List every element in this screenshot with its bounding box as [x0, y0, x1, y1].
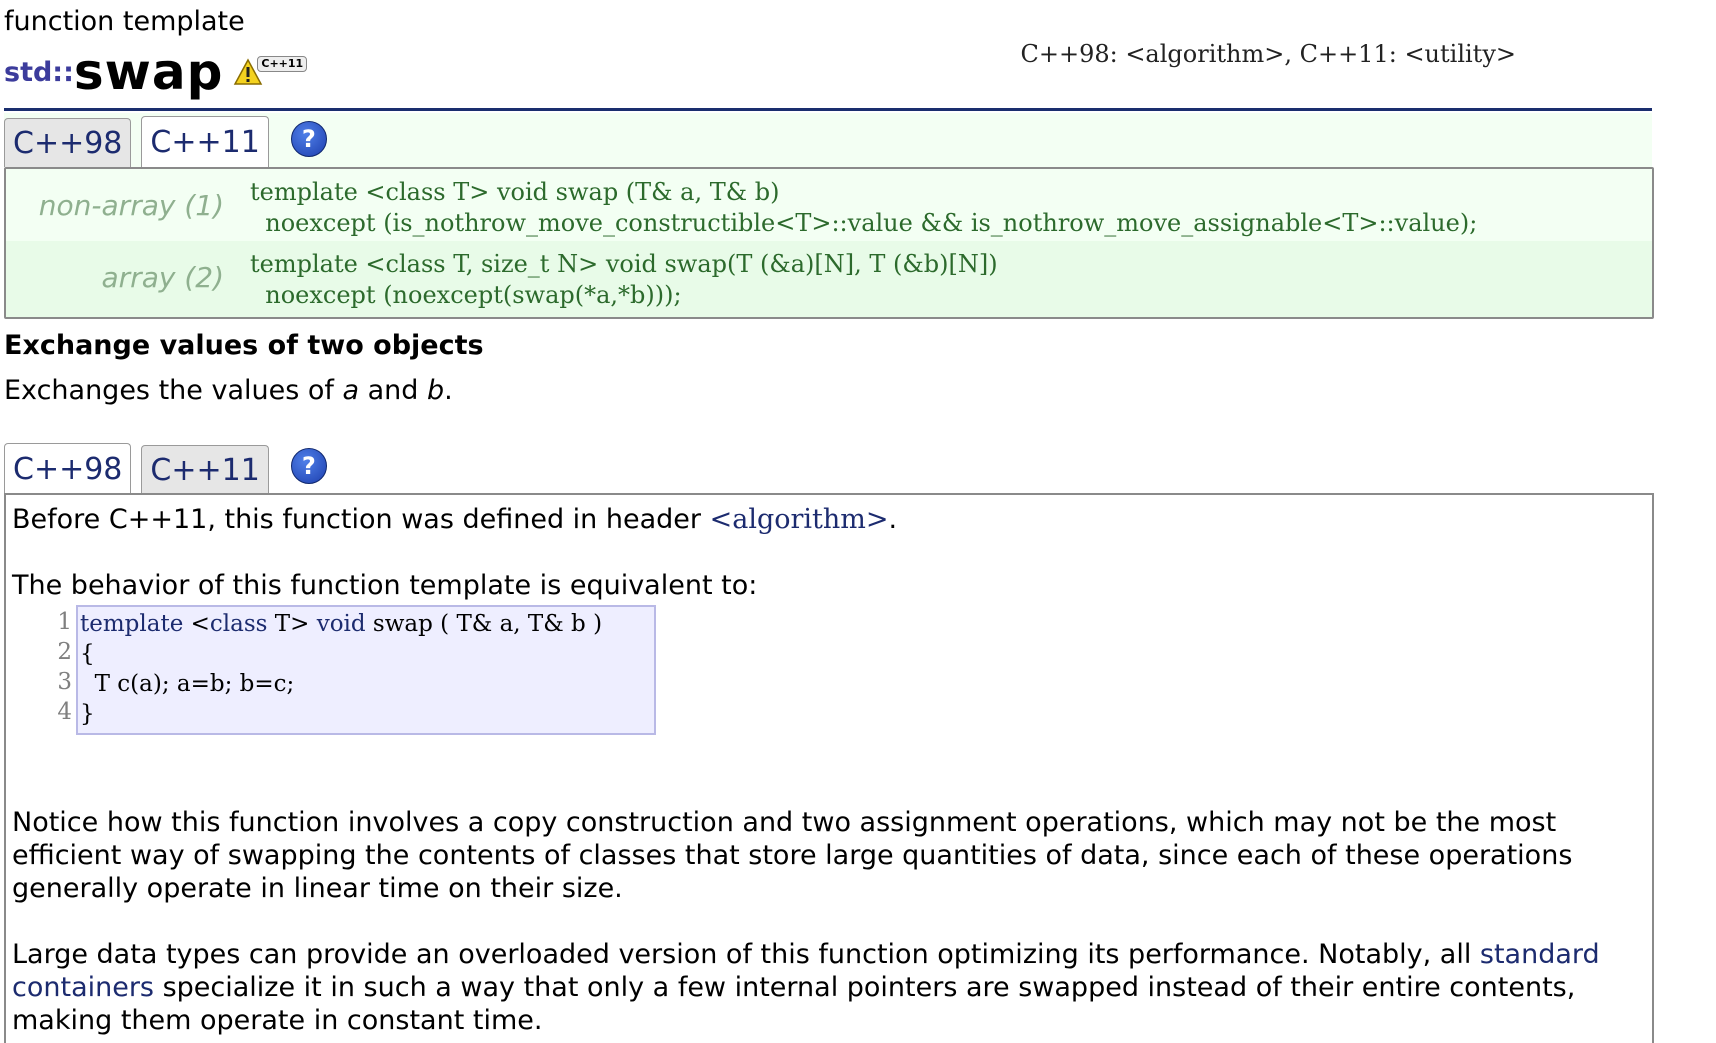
prototype-box: non-array (1) template <class T> void sw… [4, 167, 1654, 319]
prototype-tabs: C++98 C++11 ? [4, 113, 1652, 168]
param-b: b [427, 375, 445, 406]
description-paragraph: Notice how this function involves a copy… [12, 807, 1573, 904]
cpp11-badge: C++11 [257, 56, 308, 72]
prototype-line: noexcept (is_nothrow_move_constructible<… [265, 209, 1478, 237]
description-tabs: C++98 C++11 ? [4, 440, 1652, 495]
line-number: 1 [57, 609, 72, 635]
prototype-row: array (2) template <class T, size_t N> v… [6, 241, 1652, 317]
help-icon[interactable]: ? [290, 448, 327, 484]
prototype-label: non-array (1) [38, 189, 224, 222]
code-example: 1 2 3 4 template <class T> void swap ( T… [36, 605, 656, 735]
tab-cpp11-description[interactable]: C++11 [141, 445, 269, 494]
code-block: template <class T> void swap ( T& a, T& … [76, 605, 656, 735]
kind-label: function template [4, 6, 245, 37]
section-lead: Exchanges the values of a and b. [4, 375, 453, 406]
code-line: } [80, 701, 95, 727]
namespace-label: std:: [4, 57, 74, 88]
tab-cpp98-description[interactable]: C++98 [4, 443, 132, 495]
prototype-code: template <class T, size_t N> void swap(T… [250, 249, 998, 311]
lead-text: and [359, 375, 427, 406]
paragraph-text: . [888, 504, 898, 535]
description-paragraph: Large data types can provide an overload… [12, 938, 1632, 1037]
page-title: std:: swap C++11 [4, 43, 308, 101]
param-a: a [342, 375, 360, 406]
code-keyword: class [209, 611, 268, 637]
code-line: { [80, 641, 95, 667]
paragraph-text: Large data types can provide an overload… [12, 939, 1480, 970]
line-number: 3 [57, 669, 72, 695]
prototype-code: template <class T> void swap (T& a, T& b… [250, 177, 1477, 239]
prototype-label: array (2) [101, 261, 224, 294]
code-text: swap ( T& a, T& b ) [365, 611, 603, 637]
description-box: Before C++11, this function was defined … [4, 493, 1654, 1043]
code-keyword: void [316, 611, 366, 637]
paragraph-text: specialize it in such a way that only a … [12, 972, 1576, 1036]
prototype-line: noexcept (noexcept(swap(*a,*b))); [265, 281, 682, 309]
prototype-line: template <class T> void swap (T& a, T& b… [250, 178, 780, 206]
header-name: <algorithm> [709, 504, 889, 535]
prototype-line: template <class T, size_t N> void swap(T… [250, 250, 998, 278]
description-paragraph: The behavior of this function template i… [12, 570, 758, 601]
code-text: T> [267, 611, 317, 637]
cpp11-warning: C++11 [233, 56, 308, 86]
code-text: < [183, 611, 210, 637]
header-info: C++98: <algorithm>, C++11: <utility> [1020, 40, 1516, 68]
line-numbers: 1 2 3 4 [36, 605, 76, 735]
code-keyword: template [80, 611, 184, 637]
lead-text: . [444, 375, 453, 406]
tab-cpp98-prototype[interactable]: C++98 [4, 118, 132, 167]
section-heading: Exchange values of two objects [4, 330, 484, 361]
line-number: 2 [57, 639, 72, 665]
code-line: template <class T> void swap ( T& a, T& … [80, 609, 652, 639]
prototype-row: non-array (1) template <class T> void sw… [6, 169, 1652, 242]
function-name: swap [73, 43, 224, 101]
help-icon[interactable]: ? [290, 121, 327, 157]
line-number: 4 [57, 699, 72, 725]
lead-text: Exchanges the values of [4, 375, 343, 406]
description-paragraph: Before C++11, this function was defined … [12, 503, 1632, 536]
paragraph-text: Before C++11, this function was defined … [12, 504, 710, 535]
tab-cpp11-prototype[interactable]: C++11 [141, 116, 269, 168]
code-line: T c(a); a=b; b=c; [80, 671, 295, 697]
title-rule [4, 108, 1652, 111]
